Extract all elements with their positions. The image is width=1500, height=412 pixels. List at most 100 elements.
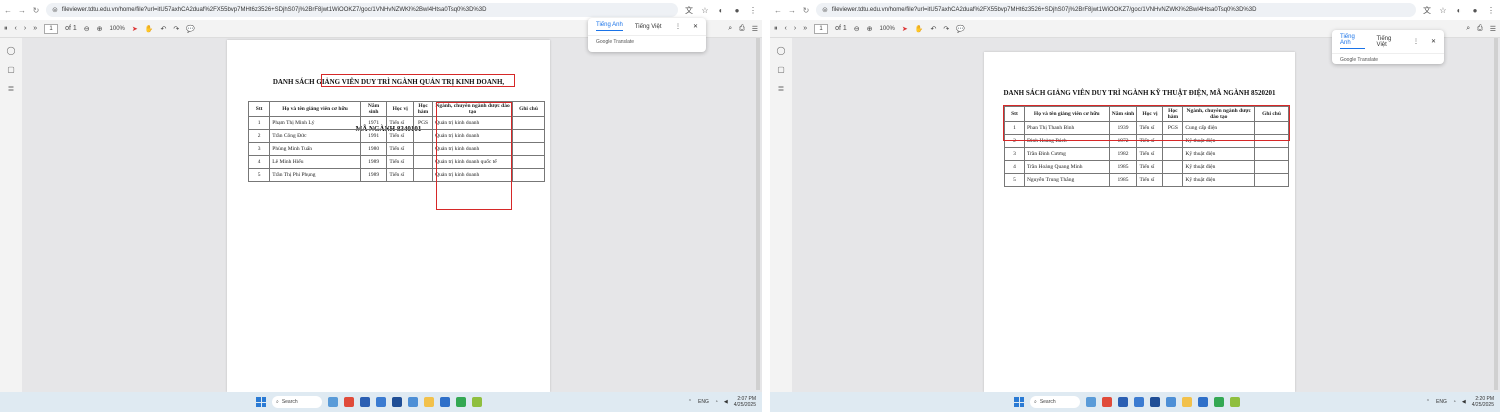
app-icon[interactable] bbox=[1198, 397, 1208, 407]
star-icon[interactable]: ☆ bbox=[700, 6, 710, 15]
redo-icon[interactable]: ↷ bbox=[173, 25, 179, 33]
outline-icon[interactable]: ≣ bbox=[8, 84, 15, 93]
comment-icon[interactable]: 💬 bbox=[186, 25, 195, 33]
profile-icon[interactable]: ● bbox=[1470, 6, 1480, 15]
tab-source-language[interactable]: Tiếng Anh bbox=[1340, 34, 1365, 49]
app-icon[interactable] bbox=[1150, 397, 1160, 407]
hand-icon[interactable]: ✋ bbox=[915, 25, 924, 33]
taskbar-search[interactable]: ⌕ Search bbox=[1030, 396, 1080, 408]
wifi-icon[interactable]: ◔ bbox=[1453, 399, 1456, 405]
prev-page-icon[interactable]: ‹ bbox=[15, 25, 17, 32]
menu-icon[interactable]: ⋮ bbox=[1486, 6, 1496, 15]
app-icon[interactable] bbox=[472, 397, 482, 407]
comments-icon[interactable]: ◯ bbox=[7, 46, 16, 55]
scrollbar[interactable] bbox=[1494, 38, 1498, 390]
app-icon[interactable] bbox=[408, 397, 418, 407]
sidebar-toggle-icon[interactable]: ⏸ bbox=[774, 25, 778, 33]
app-icon[interactable] bbox=[1134, 397, 1144, 407]
comments-icon[interactable]: ◯ bbox=[777, 46, 786, 55]
next-page-icon[interactable]: › bbox=[794, 25, 796, 32]
last-page-icon[interactable]: » bbox=[803, 25, 807, 32]
clock[interactable]: 2:07 PM 4/25/2025 bbox=[734, 396, 756, 408]
reload-icon[interactable]: ↻ bbox=[802, 6, 810, 15]
search-icon[interactable]: ⌕ bbox=[728, 25, 732, 33]
chevron-up-icon[interactable]: ⌃ bbox=[1426, 399, 1430, 405]
forward-icon[interactable]: → bbox=[18, 6, 26, 15]
zoom-in-icon[interactable]: ⊕ bbox=[867, 25, 873, 33]
extensions-icon[interactable]: ◐ bbox=[1454, 6, 1464, 15]
more-options-icon[interactable]: ⋮ bbox=[675, 23, 681, 30]
last-page-icon[interactable]: » bbox=[33, 25, 37, 32]
translate-icon[interactable]: 文 bbox=[684, 5, 694, 16]
scrollbar[interactable] bbox=[756, 38, 760, 390]
site-info-icon[interactable]: ⊜ bbox=[52, 6, 58, 14]
folder-icon[interactable] bbox=[424, 397, 434, 407]
outline-icon[interactable]: ≣ bbox=[778, 84, 785, 93]
windows-icon[interactable] bbox=[1014, 397, 1024, 407]
cursor-icon[interactable]: ➤ bbox=[132, 25, 138, 33]
windows-icon[interactable] bbox=[256, 397, 266, 407]
menu-icon[interactable]: ⋮ bbox=[748, 6, 758, 15]
print-icon[interactable]: ⎙ bbox=[739, 25, 745, 33]
more-icon[interactable]: ☰ bbox=[752, 25, 758, 33]
zoom-out-icon[interactable]: ⊖ bbox=[84, 25, 90, 33]
undo-icon[interactable]: ↶ bbox=[930, 25, 936, 33]
print-icon[interactable]: ⎙ bbox=[1477, 25, 1483, 33]
zoom-in-icon[interactable]: ⊕ bbox=[97, 25, 103, 33]
undo-icon[interactable]: ↶ bbox=[160, 25, 166, 33]
thumbnails-icon[interactable]: ▢ bbox=[777, 65, 785, 74]
translate-icon[interactable]: 文 bbox=[1422, 5, 1432, 16]
more-icon[interactable]: ☰ bbox=[1490, 25, 1496, 33]
clock[interactable]: 2:20 PM 4/25/2025 bbox=[1472, 396, 1494, 408]
chrome-icon[interactable] bbox=[1214, 397, 1224, 407]
lang-indicator[interactable]: ENG bbox=[1436, 399, 1447, 405]
cursor-icon[interactable]: ➤ bbox=[902, 25, 908, 33]
volume-icon[interactable]: ◀ bbox=[1462, 399, 1466, 405]
page-input[interactable]: 1 bbox=[814, 23, 829, 34]
back-icon[interactable]: ← bbox=[774, 6, 782, 15]
chrome-icon[interactable] bbox=[1102, 397, 1112, 407]
volume-icon[interactable]: ◀ bbox=[724, 399, 728, 405]
url-field[interactable]: ⊜ fileviewer.tdtu.edu.vn/home/file?url=it… bbox=[46, 3, 678, 17]
tab-target-language[interactable]: Tiếng Việt bbox=[1377, 36, 1401, 48]
app-icon[interactable] bbox=[1166, 397, 1176, 407]
close-icon[interactable]: ✕ bbox=[1431, 38, 1436, 45]
profile-icon[interactable]: ● bbox=[732, 6, 742, 15]
hand-icon[interactable]: ✋ bbox=[145, 25, 154, 33]
app-icon[interactable] bbox=[392, 397, 402, 407]
next-page-icon[interactable]: › bbox=[24, 25, 26, 32]
sidebar-toggle-icon[interactable]: ⏸ bbox=[4, 25, 8, 33]
zoom-select[interactable]: 100% bbox=[880, 26, 895, 32]
taskbar-search[interactable]: ⌕ Search bbox=[272, 396, 322, 408]
wifi-icon[interactable]: ◔ bbox=[715, 399, 718, 405]
lang-indicator[interactable]: ENG bbox=[698, 399, 709, 405]
site-info-icon[interactable]: ⊜ bbox=[822, 6, 828, 14]
chrome-icon[interactable] bbox=[344, 397, 354, 407]
back-icon[interactable]: ← bbox=[4, 6, 12, 15]
extensions-icon[interactable]: ◐ bbox=[716, 6, 726, 15]
forward-icon[interactable]: → bbox=[788, 6, 796, 15]
star-icon[interactable]: ☆ bbox=[1438, 6, 1448, 15]
redo-icon[interactable]: ↷ bbox=[943, 25, 949, 33]
comment-icon[interactable]: 💬 bbox=[956, 25, 965, 33]
chevron-up-icon[interactable]: ⌃ bbox=[688, 399, 692, 405]
app-icon[interactable] bbox=[376, 397, 386, 407]
reload-icon[interactable]: ↻ bbox=[32, 6, 40, 15]
app-icon[interactable] bbox=[1230, 397, 1240, 407]
app-icon[interactable] bbox=[1118, 397, 1128, 407]
zoom-select[interactable]: 100% bbox=[110, 26, 125, 32]
page-input[interactable]: 1 bbox=[44, 23, 59, 34]
chrome-icon[interactable] bbox=[456, 397, 466, 407]
zoom-out-icon[interactable]: ⊖ bbox=[854, 25, 860, 33]
app-icon[interactable] bbox=[360, 397, 370, 407]
url-field[interactable]: ⊜ fileviewer.tdtu.edu.vn/home/file?url=it… bbox=[816, 3, 1416, 17]
folder-icon[interactable] bbox=[1182, 397, 1192, 407]
widgets-icon[interactable] bbox=[1086, 397, 1096, 407]
thumbnails-icon[interactable]: ▢ bbox=[7, 65, 15, 74]
app-icon[interactable] bbox=[440, 397, 450, 407]
close-icon[interactable]: ✕ bbox=[693, 23, 698, 30]
search-icon[interactable]: ⌕ bbox=[1466, 25, 1470, 33]
widgets-icon[interactable] bbox=[328, 397, 338, 407]
more-options-icon[interactable]: ⋮ bbox=[1413, 38, 1419, 45]
prev-page-icon[interactable]: ‹ bbox=[785, 25, 787, 32]
